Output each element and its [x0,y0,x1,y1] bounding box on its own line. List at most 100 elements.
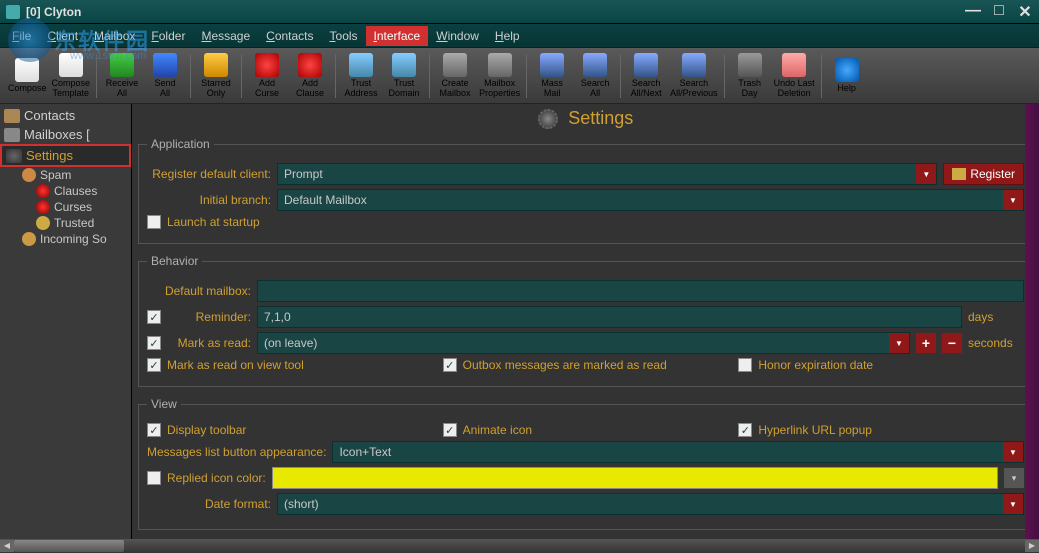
default-mailbox-label: Default mailbox: [147,284,251,298]
curse-icon [255,53,279,77]
toolbar-search-all[interactable]: SearchAll [574,51,616,101]
sidebar-item-spam[interactable]: Spam [22,167,131,183]
scroll-thumb[interactable] [14,540,124,552]
sidebar-item-trusted[interactable]: Trusted [22,215,131,231]
toolbar: ComposeComposeTemplateReceiveAllSendAllS… [0,48,1039,104]
group-view: View ✓ Display toolbar ✓ Animate icon ✓ … [138,397,1033,530]
sidebar-item-settings[interactable]: Settings [0,144,131,167]
people-icon [682,53,706,77]
chevron-down-icon[interactable]: ▼ [1003,494,1023,514]
horizontal-scrollbar[interactable]: ◀ ▶ [0,539,1039,553]
scroll-left-button[interactable]: ◀ [0,540,14,552]
vertical-scrollbar[interactable] [1025,104,1039,539]
toolbar-undo-last-deletion[interactable]: Undo LastDeletion [772,51,817,101]
sidebar: ContactsMailboxes [SettingsSpamClausesCu… [0,104,132,539]
toolbar-add-clause[interactable]: AddClause [289,51,331,101]
toolbar-search-all/next[interactable]: SearchAll/Next [625,51,667,101]
sidebar-item-contacts[interactable]: Contacts [0,106,131,125]
menu-folder[interactable]: Folder [143,26,193,46]
minus-button[interactable]: − [942,333,962,353]
toolbar-search-all/previous[interactable]: SearchAll/Previous [668,51,720,101]
toolbar-mailbox-properties[interactable]: MailboxProperties [477,51,522,101]
launch-startup-checkbox[interactable] [147,215,161,229]
maximize-button[interactable]: □ [991,2,1007,22]
mbox-icon [488,53,512,77]
menu-help[interactable]: Help [487,26,528,46]
toolbar-trust-domain[interactable]: TrustDomain [383,51,425,101]
group-behavior: Behavior Default mailbox: ✓ Reminder: da… [138,254,1033,387]
toolbar-trust-address[interactable]: TrustAddress [340,51,382,101]
addr-icon [349,53,373,77]
honor-exp-checkbox[interactable] [738,358,752,372]
toolbar-create-mailbox[interactable]: CreateMailbox [434,51,476,101]
msg-list-appearance-select[interactable]: Icon+Text ▼ [332,441,1024,463]
register-client-select[interactable]: Prompt ▼ [277,163,937,185]
chevron-down-icon[interactable]: ▼ [916,164,936,184]
mail-icon [4,128,20,142]
close-button[interactable]: ✕ [1017,2,1033,22]
spam-icon [22,168,36,182]
thumb-icon [36,216,50,230]
send-icon [153,53,177,77]
chevron-down-icon[interactable]: ▼ [1003,190,1023,210]
menu-contacts[interactable]: Contacts [258,26,321,46]
menu-file[interactable]: File [4,26,39,46]
scroll-right-button[interactable]: ▶ [1025,540,1039,552]
gear-icon [538,109,558,129]
toolbar-send-all[interactable]: SendAll [144,51,186,101]
toolbar-trash-day[interactable]: TrashDay [729,51,771,101]
plus-button[interactable]: + [916,333,936,353]
replied-color-checkbox[interactable] [147,471,161,485]
initial-branch-select[interactable]: Default Mailbox ▼ [277,189,1024,211]
help-icon [835,58,859,82]
menu-message[interactable]: Message [193,26,258,46]
chevron-down-icon[interactable]: ▼ [1003,442,1023,462]
compose-icon [59,53,83,77]
minimize-button[interactable]: — [965,2,981,22]
register-icon [952,168,966,180]
curse-icon [298,53,322,77]
toolbar-add-curse[interactable]: AddCurse [246,51,288,101]
mark-read-select[interactable]: (on leave) ▼ [257,332,910,354]
menu-interface[interactable]: Interface [366,26,429,46]
toolbar-starred-only[interactable]: StarredOnly [195,51,237,101]
separator [724,54,725,98]
menu-mailbox[interactable]: Mailbox [86,26,143,46]
toolbar-compose[interactable]: Compose [6,51,49,101]
hyperlink-popup-checkbox[interactable]: ✓ [738,423,752,437]
compose-icon [15,58,39,82]
red-icon [36,200,50,214]
mark-read-checkbox[interactable]: ✓ [147,336,161,350]
page-title: Settings [136,104,1035,133]
reminder-checkbox[interactable]: ✓ [147,310,161,324]
sidebar-item-incoming-so[interactable]: Incoming So [22,231,131,247]
sidebar-item-mailboxes-[interactable]: Mailboxes [ [0,125,131,144]
chevron-down-icon[interactable]: ▼ [889,333,909,353]
separator [821,54,822,98]
menu-window[interactable]: Window [428,26,487,46]
sidebar-item-clauses[interactable]: Clauses [22,183,131,199]
toolbar-mass-mail[interactable]: MassMail [531,51,573,101]
replied-color-swatch[interactable] [272,467,998,489]
menu-tools[interactable]: Tools [322,26,366,46]
toolbar-compose-template[interactable]: ComposeTemplate [50,51,93,101]
launch-startup-label: Launch at startup [167,215,260,229]
app-icon [6,5,20,19]
menu-client[interactable]: Client [39,26,86,46]
mark-read-view-checkbox[interactable]: ✓ [147,358,161,372]
toolbar-receive-all[interactable]: ReceiveAll [101,51,143,101]
undo-icon [782,53,806,77]
color-dropdown-button[interactable]: ▾ [1004,468,1024,488]
toolbar-help[interactable]: Help [826,51,868,101]
display-toolbar-checkbox[interactable]: ✓ [147,423,161,437]
separator [96,54,97,98]
sidebar-item-curses[interactable]: Curses [22,199,131,215]
date-format-select[interactable]: (short) ▼ [277,493,1024,515]
register-button[interactable]: Register [943,163,1024,185]
red-icon [36,184,50,198]
people-icon [634,53,658,77]
animate-icon-checkbox[interactable]: ✓ [443,423,457,437]
outbox-marked-checkbox[interactable]: ✓ [443,358,457,372]
default-mailbox-input[interactable] [257,280,1024,302]
reminder-input[interactable] [257,306,962,328]
